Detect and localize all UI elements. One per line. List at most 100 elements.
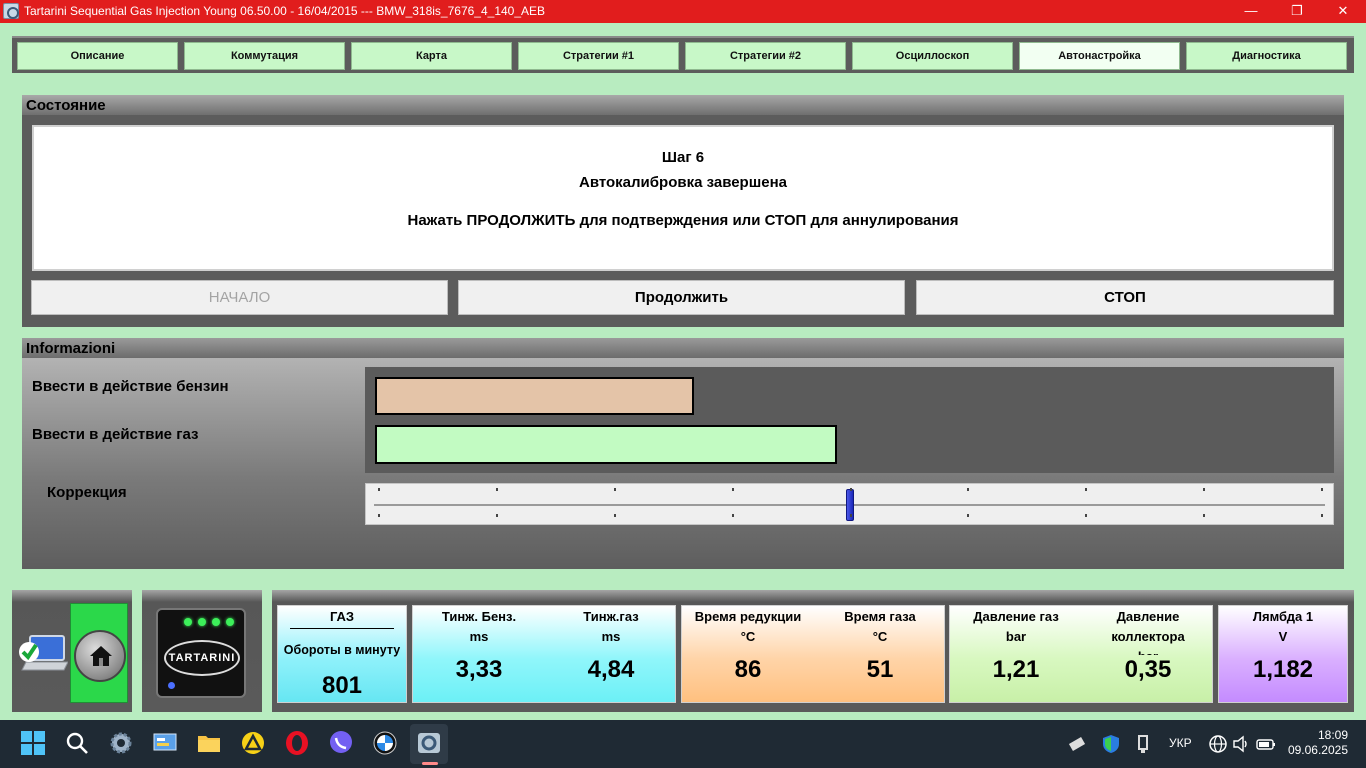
temperature-gauge: Время редукции °C 86 Время газа °C 51	[681, 605, 945, 703]
home-panel	[12, 590, 132, 712]
safely-remove-icon[interactable]	[1132, 733, 1154, 755]
slider-tick	[378, 514, 380, 517]
tab-strip: Описание Коммутация Карта Стратегии #1 С…	[12, 36, 1354, 73]
tab-description[interactable]: Описание	[17, 42, 178, 70]
slider-tick	[732, 514, 734, 517]
start-button[interactable]: НАЧАЛО	[31, 280, 448, 315]
slider-tick	[850, 514, 852, 517]
tab-autocalibration[interactable]: Автонастройка	[1019, 42, 1180, 70]
continue-button[interactable]: Продолжить	[458, 280, 905, 315]
status-text: Автокалибровка завершена	[579, 174, 787, 191]
state-panel: Состояние Шаг 6 Автокалибровка завершена…	[22, 95, 1344, 327]
control-panel-icon[interactable]	[152, 730, 178, 756]
laptop-check-icon	[19, 635, 68, 671]
petrol-injection-label: Тинж. Бенз.	[441, 609, 517, 624]
security-shield-icon[interactable]	[1100, 733, 1122, 755]
system-clock[interactable]: 18:09 09.06.2025	[1288, 728, 1348, 758]
home-button[interactable]	[74, 630, 126, 682]
home-icon	[90, 646, 112, 666]
slider-tick	[496, 488, 498, 491]
windows-start-icon[interactable]	[20, 730, 46, 756]
restore-button[interactable]: ❐	[1274, 0, 1320, 23]
battery-icon[interactable]	[1256, 734, 1276, 754]
globe-network-icon[interactable]	[1208, 734, 1228, 754]
gas-injection-label: Тинж.газ	[583, 609, 639, 624]
usb-device-icon[interactable]	[1066, 733, 1088, 755]
gas-injection-value: 4,84	[587, 656, 635, 683]
rpm-gauge: ГАЗ Обороты в минуту 801	[277, 605, 407, 703]
tab-diagnostics[interactable]: Диагностика	[1186, 42, 1347, 70]
stop-button[interactable]: СТОП	[916, 280, 1334, 315]
lambda-gauge: Лямбда 1 V 1,182	[1218, 605, 1348, 703]
petrol-injection-value: 3,33	[455, 656, 503, 683]
reducer-temp-unit: °C	[740, 629, 756, 644]
settings-gear-icon[interactable]	[108, 730, 134, 756]
window-title-bar: Tartarini Sequential Gas Injection Young…	[0, 0, 1366, 23]
slider-tick	[1321, 514, 1323, 517]
gas-pressure-label: Давление газ	[973, 609, 1059, 624]
correction-slider[interactable]	[365, 483, 1334, 525]
ecu-device-image: TARTARINI	[156, 608, 246, 698]
active-app-indicator	[422, 762, 438, 765]
reducer-temp-value: 86	[734, 656, 762, 683]
tab-wiring[interactable]: Коммутация	[184, 42, 345, 70]
tab-strategies-2[interactable]: Стратегии #2	[685, 42, 846, 70]
gas-activation-bar	[375, 425, 837, 464]
file-explorer-icon[interactable]	[196, 730, 222, 756]
app-triangle-icon[interactable]	[240, 730, 266, 756]
connection-status-indicator	[70, 603, 128, 703]
slider-tick	[496, 514, 498, 517]
volume-icon[interactable]	[1232, 734, 1250, 754]
petrol-injection-unit: ms	[469, 629, 489, 644]
manifold-pressure-unit: bar	[1082, 647, 1214, 655]
clock-date: 09.06.2025	[1287, 743, 1348, 757]
petrol-activation-label: Ввести в действие бензин	[32, 378, 229, 395]
injection-time-gauge: Тинж. Бенз. ms 3,33 Тинж.газ ms 4,84	[412, 605, 676, 703]
gas-activation-label: Ввести в действие газ	[32, 426, 199, 443]
lambda-value: 1,182	[1252, 656, 1314, 683]
search-icon[interactable]	[64, 730, 90, 756]
language-indicator[interactable]: УКР	[1169, 736, 1192, 750]
slider-tick	[967, 488, 969, 491]
gauges-panel: ГАЗ Обороты в минуту 801 Тинж. Бенз. ms …	[272, 590, 1354, 712]
minimize-button[interactable]: —	[1228, 0, 1274, 23]
bottom-bar: TARTARINI ГАЗ Обороты в минуту 801 Тинж.…	[0, 581, 1366, 720]
opera-browser-icon[interactable]	[284, 730, 310, 756]
lambda-label: Лямбда 1	[1252, 609, 1314, 624]
slider-tick	[614, 514, 616, 517]
instruction-text: Нажать ПРОДОЛЖИТЬ для подтверждения или …	[407, 212, 959, 229]
viber-icon[interactable]	[328, 730, 354, 756]
manifold-pressure-value: 0,35	[1124, 656, 1172, 683]
close-button[interactable]: ✕	[1320, 0, 1366, 23]
device-panel: TARTARINI	[142, 590, 262, 712]
brand-logo: TARTARINI	[164, 640, 240, 676]
slider-tick	[1321, 488, 1323, 491]
gas-injection-unit: ms	[601, 629, 621, 644]
rpm-value: 801	[321, 672, 363, 699]
gas-temp-value: 51	[866, 656, 894, 683]
activation-bars-area	[365, 367, 1334, 473]
gas-pressure-unit: bar	[1005, 629, 1027, 644]
window-title: Tartarini Sequential Gas Injection Young…	[24, 4, 546, 18]
step-text: Шаг 6	[661, 149, 705, 166]
tab-oscilloscope[interactable]: Осциллоскоп	[852, 42, 1013, 70]
bmw-app-icon[interactable]	[372, 730, 398, 756]
gas-title: ГАЗ	[329, 609, 355, 624]
info-panel: Informazioni Ввести в действие бензин Вв…	[22, 338, 1344, 569]
slider-tick	[614, 488, 616, 491]
pressure-gauge: Давление газ bar 1,21 Давление коллектор…	[949, 605, 1213, 703]
slider-tick	[732, 488, 734, 491]
status-message-box: Шаг 6 Автокалибровка завершена Нажать ПР…	[32, 125, 1334, 271]
gas-pressure-value: 1,21	[992, 656, 1040, 683]
lambda-unit: V	[1278, 629, 1288, 644]
taskbar: УКР 18:09 09.06.2025	[0, 720, 1366, 768]
slider-tick	[378, 488, 380, 491]
tartarini-app-icon[interactable]	[416, 730, 442, 756]
state-panel-header: Состояние	[22, 95, 1344, 115]
manifold-pressure-label: Давление	[1116, 609, 1180, 624]
tab-map[interactable]: Карта	[351, 42, 512, 70]
slider-tick	[1085, 488, 1087, 491]
clock-time: 18:09	[1317, 728, 1348, 742]
tab-strategies-1[interactable]: Стратегии #1	[518, 42, 679, 70]
reducer-temp-label: Время редукции	[694, 609, 802, 624]
